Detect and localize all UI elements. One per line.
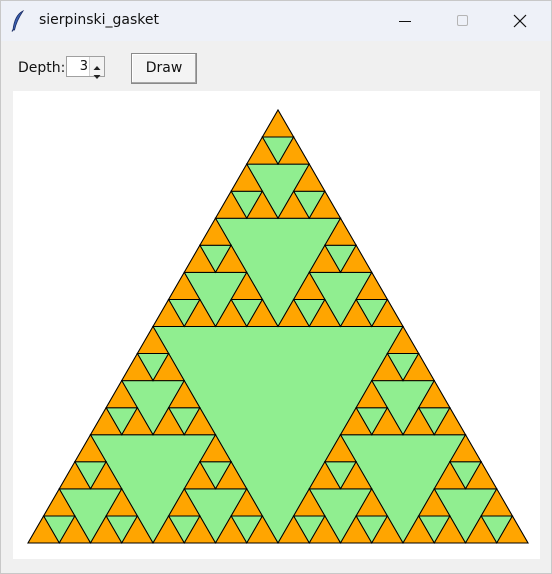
spin-arrows bbox=[89, 57, 104, 79]
down-arrow-icon bbox=[93, 75, 101, 79]
toolbar: Depth: 3 Draw bbox=[1, 41, 551, 91]
minimize-button[interactable] bbox=[382, 1, 428, 41]
gasket-corner-triangle bbox=[261, 109, 295, 138]
sierpinski-gasket bbox=[27, 109, 529, 544]
title-bar[interactable]: sierpinski_gasket bbox=[1, 1, 551, 41]
depth-spinbox[interactable]: 3 bbox=[66, 56, 105, 79]
app-window: sierpinski_gasket Depth: 3 Draw bbox=[0, 0, 552, 574]
close-icon bbox=[513, 14, 527, 28]
spin-up-button[interactable] bbox=[90, 57, 104, 70]
draw-button[interactable]: Draw bbox=[131, 53, 197, 84]
depth-value[interactable]: 3 bbox=[80, 59, 88, 74]
feather-icon bbox=[11, 9, 25, 32]
window-title: sierpinski_gasket bbox=[39, 12, 159, 28]
spin-down-button[interactable] bbox=[90, 67, 104, 79]
drawing-canvas[interactable] bbox=[13, 91, 540, 559]
minimize-icon bbox=[399, 21, 411, 22]
depth-label: Depth: bbox=[18, 60, 66, 76]
maximize-button[interactable] bbox=[439, 1, 485, 41]
maximize-icon bbox=[457, 15, 468, 26]
close-button[interactable] bbox=[496, 1, 542, 41]
